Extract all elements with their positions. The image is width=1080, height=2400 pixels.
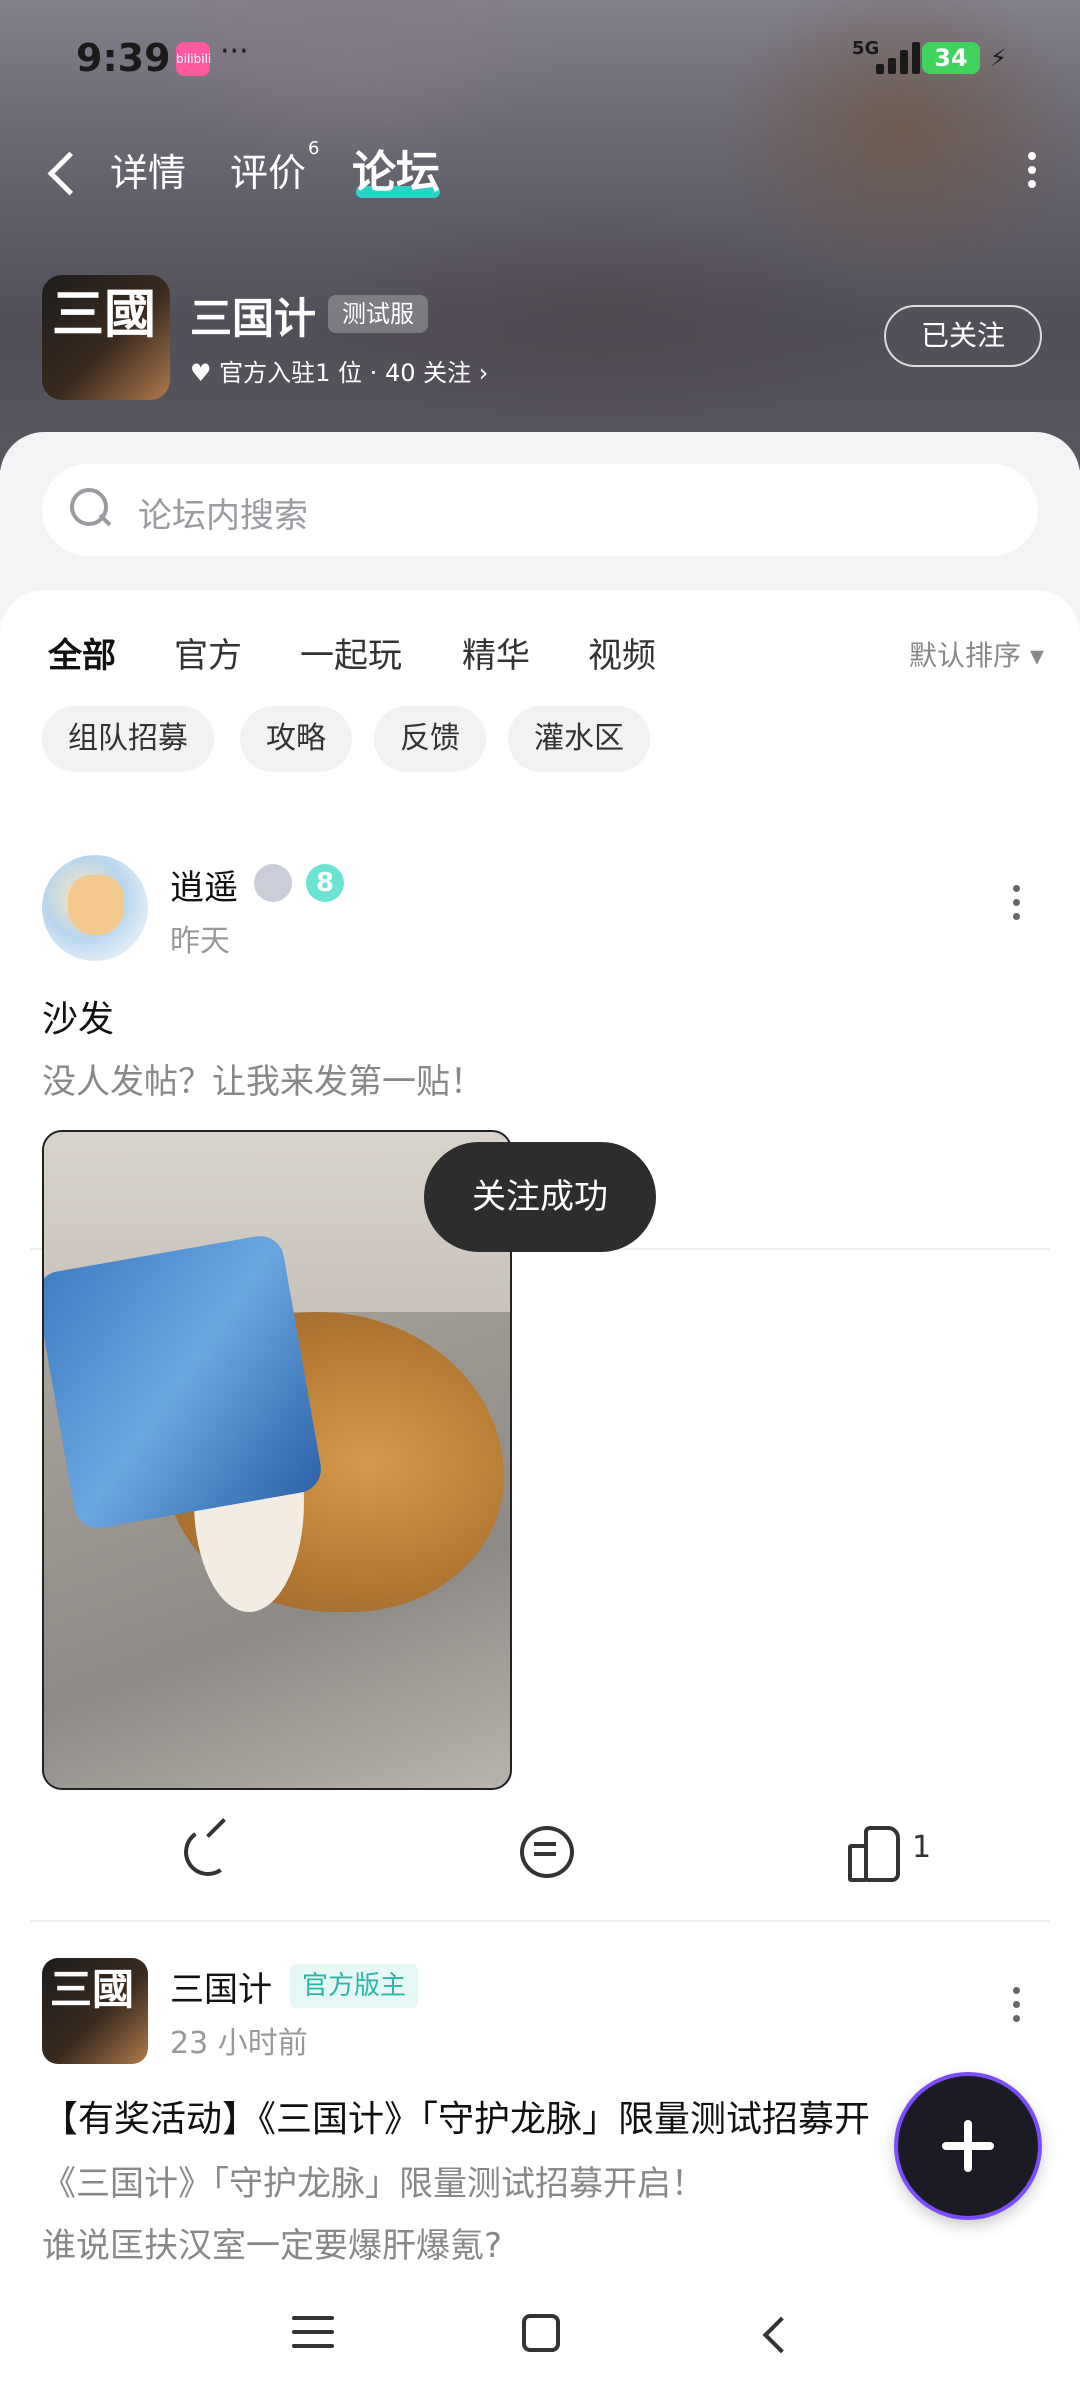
chip-guides[interactable]: 攻略 xyxy=(240,706,352,772)
chip-team-recruit[interactable]: 组队招募 xyxy=(42,706,214,772)
post-time: 23 小时前 xyxy=(170,2026,308,2061)
like-icon[interactable] xyxy=(846,1820,902,1882)
share-icon[interactable] xyxy=(180,1820,234,1880)
official-moderator-tag: 官方版主 xyxy=(290,1964,419,2008)
divider xyxy=(30,1920,1050,1922)
user-tag-icon xyxy=(254,864,292,902)
avatar[interactable] xyxy=(42,855,148,961)
more-notifications-icon: ··· xyxy=(220,34,249,69)
feed-tabs: 全部 官方 一起玩 精华 视频 默认排序 ▾ xyxy=(0,620,1080,690)
search-icon xyxy=(70,488,110,528)
comment-icon[interactable] xyxy=(518,1820,574,1880)
game-logo[interactable]: 三國 xyxy=(42,275,170,400)
game-meta-link[interactable]: ♥ 官方入驻1 位 · 40 关注 › xyxy=(190,353,488,388)
feed-tab-all[interactable]: 全部 xyxy=(48,628,116,681)
follow-button[interactable]: 已关注 xyxy=(884,305,1042,367)
top-nav: 详情 评价6 论坛 xyxy=(0,130,1080,210)
signal-icon xyxy=(872,40,922,74)
reviews-count-badge: 6 xyxy=(308,138,320,160)
post-actions: 1 xyxy=(0,1820,1080,1900)
feed-tab-official[interactable]: 官方 xyxy=(174,628,242,677)
tab-details[interactable]: 详情 xyxy=(110,142,186,197)
tab-forum-label: 论坛 xyxy=(352,147,440,198)
tab-details-label: 详情 xyxy=(110,151,187,195)
create-post-button[interactable] xyxy=(898,2076,1038,2216)
feed-tab-play-together[interactable]: 一起玩 xyxy=(300,628,402,677)
toast-message: 关注成功 xyxy=(424,1142,656,1252)
system-nav-bar xyxy=(0,2280,1080,2400)
tab-reviews-label: 评价 xyxy=(230,151,307,195)
post-time: 昨天 xyxy=(170,924,230,959)
bilibili-notification-icon: bilibili xyxy=(176,42,211,76)
post-more-icon[interactable] xyxy=(1010,1984,1022,2024)
game-meta-text: 官方入驻1 位 · 40 关注 › xyxy=(219,359,489,387)
sort-dropdown[interactable]: 默认排序 ▾ xyxy=(909,634,1044,674)
tab-forum[interactable]: 论坛 xyxy=(352,136,440,200)
search-placeholder: 论坛内搜索 xyxy=(138,496,308,536)
chip-chat[interactable]: 灌水区 xyxy=(508,706,650,772)
game-header: 三國 三国计 测试服 ♥ 官方入驻1 位 · 40 关注 › 已关注 xyxy=(42,275,1042,400)
post-title[interactable]: 【有奖活动】《三国计》「守护龙脉」限量测试招募开 xyxy=(42,2090,870,2142)
more-options-icon[interactable] xyxy=(1024,148,1040,192)
post-more-icon[interactable] xyxy=(1010,882,1022,922)
post-author[interactable]: 三国计 xyxy=(170,1962,272,2011)
battery-icon: 34 xyxy=(922,42,980,74)
post-body[interactable]: 谁说匡扶汉室一定要爆肝爆氪? xyxy=(42,2218,502,2267)
charging-icon: ⚡ xyxy=(990,44,1007,72)
level-badge: 8 xyxy=(306,864,344,902)
post-body[interactable]: 《三国计》「守护龙脉」限量测试招募开启！ xyxy=(42,2156,705,2205)
system-back-icon[interactable] xyxy=(758,2314,790,2354)
menu-icon[interactable] xyxy=(292,2316,334,2352)
status-bar: 9:39 bilibili ··· 5G 34 ⚡ xyxy=(0,30,1080,90)
avatar[interactable]: 三國 xyxy=(42,1958,148,2064)
test-server-badge: 测试服 xyxy=(328,295,428,333)
post-title[interactable]: 沙发 xyxy=(42,990,114,1042)
feed-tab-all-label: 全部 xyxy=(48,636,116,676)
avatar-text: 三國 xyxy=(50,1965,135,2014)
game-name: 三国计 xyxy=(190,294,317,343)
like-count: 1 xyxy=(912,1830,932,1865)
search-input[interactable]: 论坛内搜索 xyxy=(42,464,1038,556)
chip-feedback[interactable]: 反馈 xyxy=(374,706,486,772)
clock: 9:39 xyxy=(76,36,171,80)
feed-tab-featured[interactable]: 精华 xyxy=(462,628,530,677)
post-body[interactable]: 没人发帖？让我来发第一贴！ xyxy=(42,1054,484,1103)
post-author[interactable]: 逍遥 xyxy=(170,860,238,909)
game-logo-text: 三國 xyxy=(52,284,157,345)
tab-reviews[interactable]: 评价6 xyxy=(230,138,319,197)
back-icon[interactable] xyxy=(42,144,82,198)
home-icon[interactable] xyxy=(522,2314,560,2352)
feed-tab-video[interactable]: 视频 xyxy=(588,628,656,677)
